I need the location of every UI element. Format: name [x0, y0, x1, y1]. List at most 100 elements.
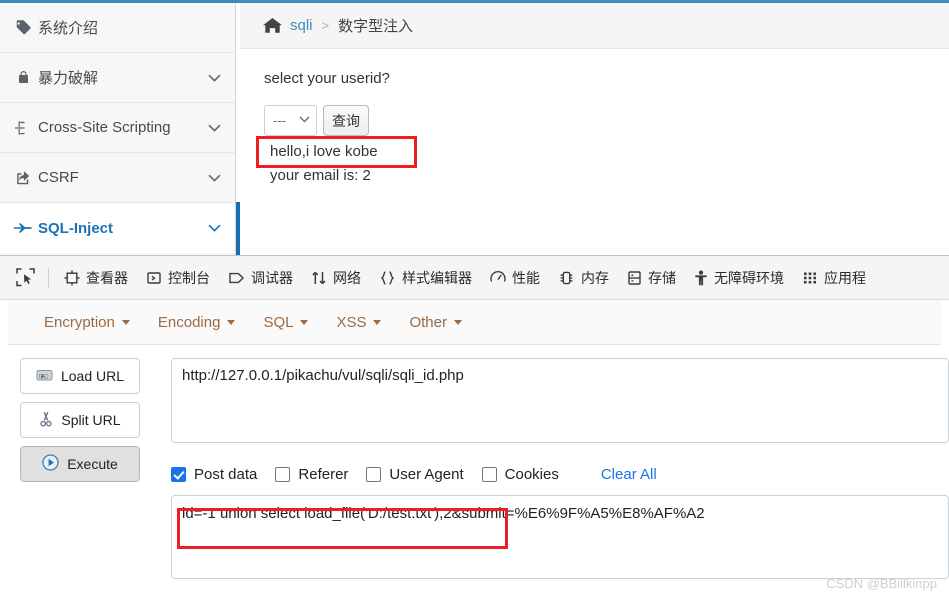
performance-icon [490, 270, 506, 286]
execute-button[interactable]: Execute [20, 446, 140, 482]
devtools-tab-performance[interactable]: 性能 [481, 263, 549, 293]
hackbar-menu-sql[interactable]: SQL [249, 314, 322, 331]
style-editor-icon [379, 270, 396, 286]
sidebar-item-csrf[interactable]: CSRF [0, 153, 235, 203]
referer-checkbox[interactable]: Referer [275, 466, 354, 483]
devtools-tab-storage[interactable]: 存储 [618, 263, 685, 293]
devtools-tab-network[interactable]: 网络 [302, 263, 370, 293]
hackbar-menubar: Encryption Encoding SQL XSS Other [8, 300, 941, 345]
breadcrumb-link-sqli[interactable]: sqli [290, 17, 313, 34]
application-icon [802, 270, 818, 286]
accessibility-icon [694, 270, 708, 286]
sidebar-item-label: 暴力破解 [38, 70, 99, 87]
sidebar-item-intro[interactable]: 系统介绍 [0, 3, 235, 53]
chevron-down-icon [208, 122, 221, 134]
post-data-input[interactable]: id=-1 union select load_file('D:/test.tx… [171, 495, 949, 579]
checkbox-label: Cookies [504, 465, 559, 483]
checkbox-label: Post data [194, 465, 258, 483]
hackbar-menu-label: Other [409, 313, 447, 331]
cookies-checkbox[interactable]: Cookies [481, 465, 565, 483]
hackbar-menu-other[interactable]: Other [395, 314, 476, 331]
breadcrumb: sqli > 数字型注入 [240, 3, 949, 49]
result-line-email: your email is: 2 [270, 167, 371, 184]
chevron-down-icon [208, 222, 221, 234]
hackbar-menu-label: Encoding [157, 313, 221, 331]
result-line-greeting: hello,i love kobe [270, 143, 378, 160]
devtools-tab-inspector[interactable]: 查看器 [55, 263, 137, 293]
hackbar-body: Load URL Split URL Execute http://127.0. [0, 345, 949, 579]
devtools-tab-label: 查看器 [86, 269, 128, 286]
sidebar-item-label: Cross-Site Scripting [38, 119, 171, 136]
play-icon [42, 454, 59, 474]
user-agent-checkbox[interactable]: User Agent [366, 466, 469, 483]
userid-select-value: --- [273, 113, 286, 128]
clear-all-link[interactable]: Clear All [601, 466, 657, 483]
screenshot-root: 系统介绍 暴力破解 Cross-Site Scripting CSRF SQL-… [0, 0, 949, 597]
breadcrumb-separator-icon: > [321, 18, 330, 33]
share-icon [12, 170, 34, 186]
sqli-panel: select your userid? --- 查询 hello,i love … [240, 49, 949, 188]
devtools-tab-label: 无障碍环境 [714, 269, 784, 286]
hackbar-actions: Load URL Split URL Execute [0, 358, 171, 579]
devtools-tab-label: 调试器 [251, 269, 293, 286]
hackbar-menu-xss[interactable]: XSS [322, 314, 395, 331]
caret-down-icon [227, 319, 236, 325]
chevron-down-icon [299, 115, 310, 126]
query-submit-button[interactable]: 查询 [323, 105, 369, 136]
browser-page: 系统介绍 暴力破解 Cross-Site Scripting CSRF SQL-… [0, 3, 949, 255]
hackbar-menu-label: Encryption [44, 313, 115, 331]
checkbox-box[interactable] [171, 466, 186, 482]
devtools-tab-memory[interactable]: 内存 [549, 263, 618, 293]
chevron-down-icon [208, 172, 221, 184]
hackbar-menu-encoding[interactable]: Encoding [144, 314, 250, 331]
checkbox-box[interactable] [481, 466, 497, 482]
memory-icon [558, 270, 575, 286]
load-url-icon [36, 368, 53, 385]
devtools-tab-label: 应用程 [824, 269, 866, 286]
devtools-tab-label: 网络 [333, 269, 361, 286]
userid-select[interactable]: --- [264, 105, 317, 136]
watermark: CSDN @BBillkinpp [826, 576, 937, 591]
devtools-tab-label: 控制台 [168, 269, 210, 286]
devtools-tab-console[interactable]: 控制台 [137, 263, 219, 293]
caret-down-icon [300, 319, 309, 325]
scissors-icon [39, 411, 53, 430]
url-input[interactable]: http://127.0.0.1/pikachu/vul/sqli/sqli_i… [171, 358, 949, 443]
tag-icon [12, 19, 34, 36]
chevron-down-icon [208, 72, 221, 84]
caret-down-icon [373, 319, 382, 325]
checkbox-label: User Agent [389, 465, 464, 483]
sidebar-item-label: 系统介绍 [38, 20, 99, 37]
question-label: select your userid? [264, 70, 390, 87]
storage-icon [627, 270, 642, 286]
console-icon [146, 270, 162, 286]
devtools-tab-label: 性能 [512, 269, 540, 286]
element-picker-icon[interactable] [8, 263, 42, 293]
hackbar-menu-encryption[interactable]: Encryption [30, 314, 144, 331]
toolbar-divider [48, 267, 49, 288]
devtools-tab-accessibility[interactable]: 无障碍环境 [685, 263, 793, 293]
devtools-panel: 查看器 控制台 调试器 网络 样式编辑器 性能 内存 存储 无障碍环境 应用程 … [0, 255, 949, 597]
sidebar-item-bruteforce[interactable]: 暴力破解 [0, 53, 235, 103]
caret-down-icon [121, 319, 130, 325]
hackbar-menu-label: SQL [263, 313, 294, 331]
devtools-tab-label: 内存 [581, 269, 609, 286]
devtools-tab-debugger[interactable]: 调试器 [219, 263, 302, 293]
sitemap-icon [12, 120, 34, 136]
sidebar-item-label: SQL-Inject [38, 219, 114, 237]
sidebar-item-sql-inject[interactable]: SQL-Inject [0, 203, 235, 253]
hackbar-menu-label: XSS [336, 313, 367, 331]
caret-down-icon [453, 319, 462, 325]
home-icon[interactable] [263, 17, 282, 34]
inspector-icon [64, 270, 80, 286]
devtools-tab-style-editor[interactable]: 样式编辑器 [370, 263, 481, 293]
post-data-checkbox[interactable]: Post data [171, 466, 263, 483]
load-url-button[interactable]: Load URL [20, 358, 140, 394]
checkbox-box[interactable] [275, 466, 291, 482]
devtools-tab-label: 存储 [648, 269, 676, 286]
split-url-button[interactable]: Split URL [20, 402, 140, 438]
devtools-tab-application[interactable]: 应用程 [793, 263, 875, 293]
network-icon [311, 270, 327, 286]
sidebar-item-xss[interactable]: Cross-Site Scripting [0, 103, 235, 153]
checkbox-box[interactable] [366, 466, 382, 482]
